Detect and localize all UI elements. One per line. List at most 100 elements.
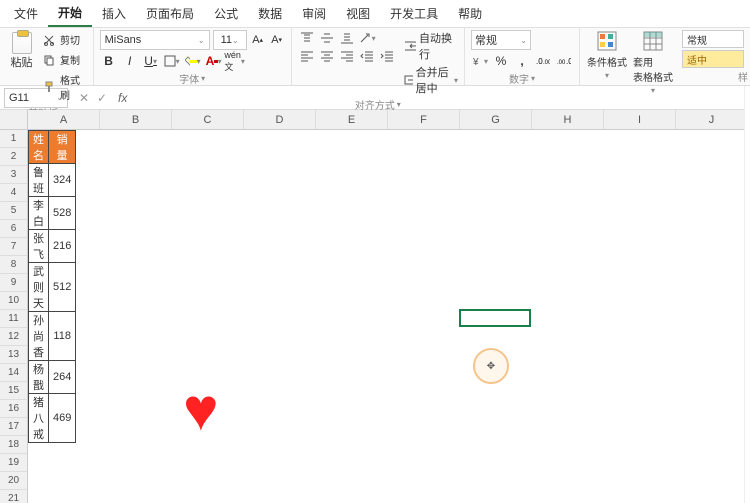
table-cell[interactable]: 张飞 [29,230,49,263]
align-right-button[interactable] [338,48,356,64]
row-header[interactable]: 17 [0,418,28,436]
table-header-cell[interactable]: 销量 [49,131,76,164]
table-cell[interactable]: 216 [49,230,76,263]
ribbon-font: MiSans⌄ 11⌄ A▴ A▾ B I U▾ ▾ ▾ A▾ wén文▾ 字体… [94,28,292,85]
column-header[interactable]: G [460,110,532,130]
decrease-indent-button[interactable] [358,48,376,64]
accept-formula-button[interactable]: ✓ [94,91,110,105]
menu-home[interactable]: 开始 [48,0,92,27]
phonetic-button[interactable]: wén文▾ [226,52,244,70]
table-cell[interactable]: 469 [49,394,76,443]
row-header[interactable]: 3 [0,166,28,184]
table-header-cell[interactable]: 姓名 [29,131,49,164]
cell-style-normal[interactable]: 常规 [682,30,744,48]
format-painter-button[interactable]: 格式刷 [41,70,87,104]
paste-button[interactable]: 粘贴 [6,30,37,72]
align-bottom-button[interactable] [338,30,356,46]
increase-indent-button[interactable] [378,48,396,64]
row-header[interactable]: 2 [0,148,28,166]
increase-decimal-button[interactable]: .0.00 [534,52,552,70]
menu-dev[interactable]: 开发工具 [380,1,448,26]
number-format-select[interactable]: 常规⌄ [471,30,531,50]
underline-button[interactable]: U▾ [142,52,160,70]
conditional-format-button[interactable]: 条件格式▾ [586,30,628,95]
row-header[interactable]: 1 [0,130,28,148]
font-family-select[interactable]: MiSans⌄ [100,30,210,50]
accounting-format-button[interactable]: ¥▾ [471,52,489,70]
cut-button[interactable]: 剪切 [41,30,87,49]
table-cell[interactable]: 118 [49,312,76,361]
column-header[interactable]: C [172,110,244,130]
row-header[interactable]: 7 [0,238,28,256]
table-cell[interactable]: 猪八戒 [29,394,49,443]
row-header[interactable]: 12 [0,328,28,346]
column-header[interactable]: B [100,110,172,130]
row-header[interactable]: 11 [0,310,28,328]
font-size-select[interactable]: 11⌄ [213,30,247,50]
column-header[interactable]: D [244,110,316,130]
column-header[interactable]: E [316,110,388,130]
format-as-table-button[interactable]: 套用 表格格式▾ [632,30,674,95]
row-header[interactable]: 4 [0,184,28,202]
table-cell[interactable]: 512 [49,263,76,312]
align-middle-button[interactable] [318,30,336,46]
cell-style-good[interactable]: 适中 [682,50,744,68]
font-color-button[interactable]: A▾ [205,52,223,70]
align-top-button[interactable] [298,30,316,46]
menu-help[interactable]: 帮助 [448,1,492,26]
fill-color-button[interactable]: ▾ [184,52,202,70]
spreadsheet-grid[interactable]: ABCDEFGHIJ 12345678910111213141516171819… [0,110,750,503]
merge-center-button[interactable]: 合并后居中▾ [404,64,458,96]
row-header[interactable]: 6 [0,220,28,238]
menu-layout[interactable]: 页面布局 [136,1,204,26]
table-cell[interactable]: 528 [49,197,76,230]
select-all-corner[interactable] [0,110,28,130]
menu-data[interactable]: 数据 [248,1,292,26]
row-header[interactable]: 20 [0,472,28,490]
decrease-decimal-button[interactable]: .00.0 [555,52,573,70]
italic-button[interactable]: I [121,52,139,70]
menu-file[interactable]: 文件 [4,1,48,26]
table-cell[interactable]: 264 [49,361,76,394]
row-header[interactable]: 10 [0,292,28,310]
column-header[interactable]: A [28,110,100,130]
table-cell[interactable]: 鲁班 [29,164,49,197]
menu-formula[interactable]: 公式 [204,1,248,26]
menu-insert[interactable]: 插入 [92,1,136,26]
comma-button[interactable]: , [513,52,531,70]
row-header[interactable]: 21 [0,490,28,503]
row-header[interactable]: 9 [0,274,28,292]
fx-icon[interactable]: fx [118,91,127,105]
increase-font-button[interactable]: A▴ [250,32,266,48]
row-header[interactable]: 15 [0,382,28,400]
row-header[interactable]: 5 [0,202,28,220]
column-header[interactable]: I [604,110,676,130]
heart-shape[interactable]: ♥ [183,380,219,440]
table-cell[interactable]: 孙尚香 [29,312,49,361]
table-cell[interactable]: 杨戬 [29,361,49,394]
wrap-text-button[interactable]: 自动换行 [404,30,458,62]
row-header[interactable]: 14 [0,364,28,382]
align-left-button[interactable] [298,48,316,64]
orientation-button[interactable]: ▾ [358,30,376,46]
column-header[interactable]: H [532,110,604,130]
table-cell[interactable]: 324 [49,164,76,197]
table-cell[interactable]: 李白 [29,197,49,230]
decrease-font-button[interactable]: A▾ [269,32,285,48]
copy-button[interactable]: 复制 [41,50,87,69]
align-center-button[interactable] [318,48,336,64]
row-header[interactable]: 13 [0,346,28,364]
column-header[interactable]: J [676,110,748,130]
border-button[interactable]: ▾ [163,52,181,70]
row-header[interactable]: 8 [0,256,28,274]
menu-view[interactable]: 视图 [336,1,380,26]
row-header[interactable]: 18 [0,436,28,454]
bold-button[interactable]: B [100,52,118,70]
table-cell[interactable]: 武则天 [29,263,49,312]
menu-review[interactable]: 审阅 [292,1,336,26]
row-header[interactable]: 19 [0,454,28,472]
row-header[interactable]: 16 [0,400,28,418]
column-header[interactable]: F [388,110,460,130]
svg-text:.00: .00 [557,60,566,66]
percent-button[interactable]: % [492,52,510,70]
